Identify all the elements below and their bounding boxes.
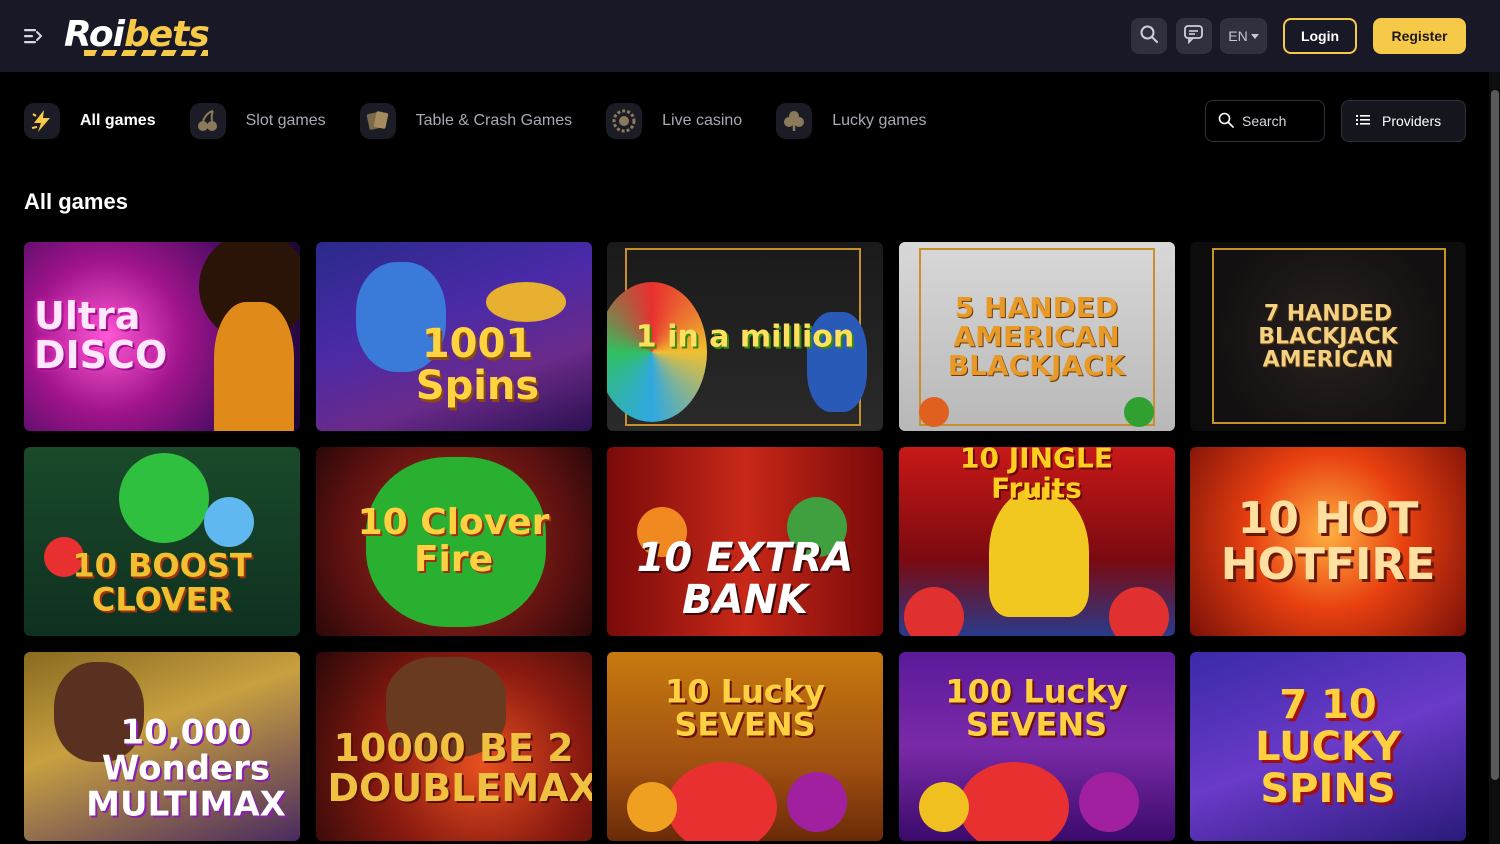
search-placeholder: Search bbox=[1242, 113, 1287, 129]
section-title: All games bbox=[24, 189, 128, 214]
search-input[interactable]: Search bbox=[1205, 100, 1325, 142]
search-button[interactable] bbox=[1131, 18, 1167, 54]
game-title: 5 HANDED AMERICAN BLACKJACK bbox=[947, 290, 1126, 383]
tab-label: Live casino bbox=[662, 112, 743, 129]
search-icon bbox=[1139, 24, 1159, 49]
category-nav: All games Slot games Table & Crash Games… bbox=[24, 100, 960, 142]
game-grid: Ultra DISCO 1001 Spins 1 in a million 5 … bbox=[24, 242, 1466, 841]
game-tile-10-lucky-sevens[interactable]: 10 Lucky SEVENS bbox=[607, 652, 883, 841]
chevron-down-icon bbox=[1250, 33, 1259, 39]
logo-stripes bbox=[84, 50, 208, 56]
game-title: 7 HANDED BLACKJACK AMERICAN bbox=[1258, 300, 1398, 373]
list-icon bbox=[1356, 113, 1370, 129]
game-title: 10 Lucky SEVENS bbox=[665, 672, 825, 744]
tab-label: All games bbox=[80, 112, 156, 129]
scrollbar-thumb[interactable] bbox=[1491, 90, 1499, 780]
tab-lucky-games[interactable]: Lucky games bbox=[776, 103, 926, 139]
logo-text-roi: Roi bbox=[64, 14, 125, 55]
tab-label: Table & Crash Games bbox=[415, 112, 573, 129]
tab-live-casino[interactable]: Live casino bbox=[606, 103, 742, 139]
game-tile-10000-wonders[interactable]: 10,000 Wonders MULTIMAX bbox=[24, 652, 300, 841]
game-tile-5-handed-american-blackjack[interactable]: 5 HANDED AMERICAN BLACKJACK bbox=[898, 242, 1175, 431]
game-title: 1 in a million bbox=[635, 318, 855, 354]
tab-label: Slot games bbox=[245, 112, 326, 129]
game-tile-10-jingle-fruits[interactable]: 10 JINGLE Fruits bbox=[898, 447, 1175, 636]
game-tile-10-extra-bank[interactable]: 10 EXTRA BANK bbox=[607, 447, 883, 636]
chat-button[interactable] bbox=[1176, 18, 1212, 54]
game-tile-10-hot-hotfire[interactable]: 10 HOT HOTFIRE bbox=[1190, 447, 1466, 636]
logo[interactable]: Roibets bbox=[64, 12, 210, 58]
clover-icon bbox=[776, 103, 813, 139]
game-tile-10000-be-2[interactable]: 10000 BE 2 DOUBLEMAX bbox=[315, 652, 592, 841]
language-label: EN bbox=[1228, 28, 1248, 44]
game-title: 10 Clover Fire bbox=[357, 501, 550, 581]
game-title: 1001 Spins bbox=[415, 320, 540, 409]
tab-label: Lucky games bbox=[832, 112, 927, 129]
game-tile-100-lucky-sevens[interactable]: 100 Lucky SEVENS bbox=[898, 652, 1175, 841]
game-tile-10-boost-clover[interactable]: 10 BOOST CLOVER bbox=[24, 447, 300, 636]
top-bar: Roibets EN Login Register bbox=[0, 0, 1500, 72]
game-title: 7 10 LUCKY SPINS bbox=[1255, 681, 1401, 812]
providers-label: Providers bbox=[1382, 113, 1442, 129]
cherries-icon bbox=[189, 103, 226, 139]
chat-icon bbox=[1183, 24, 1205, 49]
register-button[interactable]: Register bbox=[1373, 18, 1466, 54]
game-title: 10 BOOST CLOVER bbox=[72, 546, 252, 619]
tab-all-games[interactable]: All games bbox=[24, 103, 156, 139]
game-title: Ultra DISCO bbox=[34, 293, 168, 378]
login-button[interactable]: Login bbox=[1283, 18, 1357, 54]
game-title: 10 HOT HOTFIRE bbox=[1220, 492, 1436, 590]
menu-icon[interactable] bbox=[22, 25, 44, 47]
lightning-icon bbox=[24, 103, 60, 139]
game-tile-1-in-a-million[interactable]: 1 in a million bbox=[607, 242, 883, 431]
game-title: 10000 BE 2 DOUBLEMAX bbox=[327, 726, 592, 811]
game-title: 10,000 Wonders MULTIMAX bbox=[86, 712, 286, 825]
game-title: 10 JINGLE Fruits bbox=[960, 447, 1113, 505]
tab-slot-games[interactable]: Slot games bbox=[189, 103, 326, 139]
game-title: 10 EXTRA BANK bbox=[636, 535, 854, 624]
game-tile-1001-spins[interactable]: 1001 Spins bbox=[315, 242, 592, 431]
game-tile-10-lucky-spins[interactable]: 7 10 LUCKY SPINS bbox=[1190, 652, 1466, 841]
search-icon bbox=[1218, 112, 1234, 131]
game-tile-10-clover-fire[interactable]: 10 Clover Fire bbox=[315, 447, 592, 636]
roulette-icon bbox=[606, 103, 643, 139]
cards-icon bbox=[359, 103, 396, 139]
logo-text-bets: bets bbox=[124, 14, 210, 55]
game-tile-7-handed-blackjack[interactable]: 7 HANDED BLACKJACK AMERICAN bbox=[1190, 242, 1466, 431]
game-title: 100 Lucky SEVENS bbox=[945, 672, 1128, 744]
tab-table-crash-games[interactable]: Table & Crash Games bbox=[359, 103, 573, 139]
game-tile-ultra-disco[interactable]: Ultra DISCO bbox=[24, 242, 300, 431]
providers-button[interactable]: Providers bbox=[1341, 100, 1466, 142]
language-selector[interactable]: EN bbox=[1220, 18, 1267, 54]
